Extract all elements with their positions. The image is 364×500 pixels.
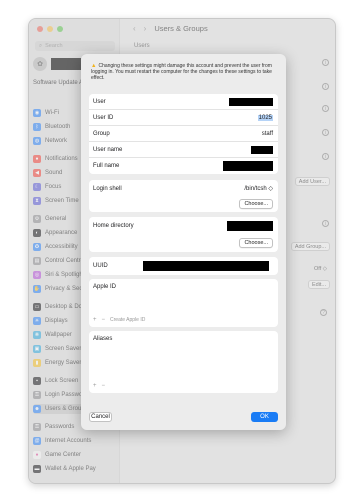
uuid-group: UUID <box>89 257 278 275</box>
redacted-full-name[interactable] <box>223 161 273 171</box>
home-directory-row: Home directory <box>89 220 278 231</box>
group-label: Group <box>93 130 110 137</box>
user-row: User <box>89 94 278 110</box>
user-info-group: User User ID 1025 Group staff User name … <box>89 94 278 174</box>
apple-id-group: Apple ID + − Create Apple ID <box>89 279 278 327</box>
apple-id-label: Apple ID <box>93 283 117 290</box>
user-name-row: User name <box>89 142 278 158</box>
warning-text: Changing these settings might damage thi… <box>91 63 272 82</box>
full-name-row: Full name <box>89 158 278 174</box>
login-shell-choose-button[interactable]: Choose... <box>239 199 273 209</box>
group-field[interactable]: staff <box>262 131 273 137</box>
redacted-user-name[interactable] <box>251 145 273 154</box>
full-name-label: Full name <box>93 163 120 169</box>
uuid-row: UUID <box>89 260 278 272</box>
login-shell-row: Login shell /bin/tcsh ◇ <box>89 183 278 194</box>
user-id-row: User ID 1025 <box>89 110 278 126</box>
user-id-field[interactable]: 1025 <box>257 114 273 121</box>
add-apple-id-button[interactable]: + <box>93 317 97 323</box>
user-label: User <box>93 98 106 105</box>
remove-apple-id-button[interactable]: − <box>102 317 106 323</box>
warning-message: ▲ Changing these settings might damage th… <box>91 63 279 82</box>
warning-icon: ▲ <box>91 63 97 69</box>
aliases-label: Aliases <box>93 335 113 342</box>
apple-id-row: Apple ID <box>89 281 278 292</box>
login-shell-label: Login shell <box>93 185 122 192</box>
cancel-button[interactable]: Cancel <box>89 412 112 422</box>
aliases-row: Aliases <box>89 333 278 344</box>
apple-id-controls: + − Create Apple ID <box>93 317 145 323</box>
home-directory-group: Home directory Choose... <box>89 217 278 252</box>
redacted-home-directory <box>227 220 273 231</box>
login-shell-popup[interactable]: /bin/tcsh ◇ <box>244 185 273 192</box>
login-shell-group: Login shell /bin/tcsh ◇ Choose... <box>89 180 278 212</box>
uuid-label: UUID <box>93 263 108 269</box>
add-alias-button[interactable]: + <box>93 383 97 389</box>
create-apple-id-link[interactable]: Create Apple ID <box>110 317 145 323</box>
ok-button[interactable]: OK <box>251 412 278 422</box>
home-directory-label: Home directory <box>93 222 134 229</box>
redacted-user-value <box>229 97 273 106</box>
group-row: Group staff <box>89 126 278 142</box>
redacted-uuid <box>143 261 269 271</box>
remove-alias-button[interactable]: − <box>102 383 106 389</box>
home-directory-choose-button[interactable]: Choose... <box>239 238 273 248</box>
aliases-group: Aliases + − <box>89 331 278 393</box>
aliases-controls: + − <box>93 383 105 389</box>
user-name-label: User name <box>93 146 123 153</box>
advanced-options-sheet: ▲ Changing these settings might damage th… <box>81 54 286 430</box>
user-id-label: User ID <box>93 114 114 121</box>
